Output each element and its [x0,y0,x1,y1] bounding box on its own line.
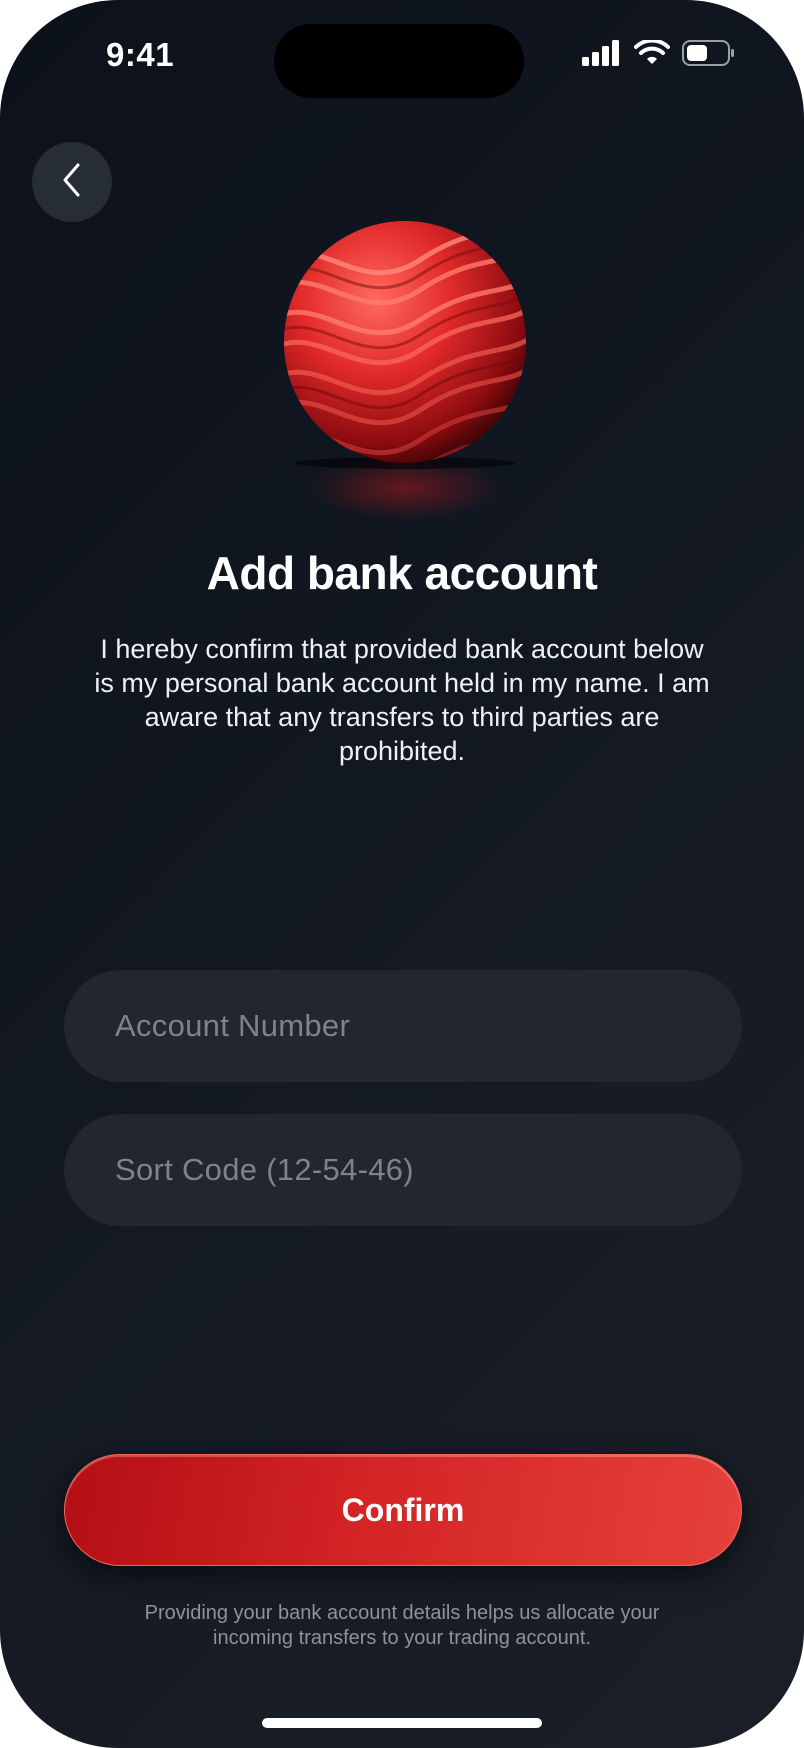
cellular-signal-icon [582,40,622,71]
wifi-icon [634,38,670,71]
battery-icon [682,40,736,71]
status-time: 9:41 [106,36,175,73]
status-icons [582,38,736,71]
chevron-left-icon [59,160,85,205]
account-number-input[interactable] [113,1007,684,1045]
page-title: Add bank account [206,547,598,599]
sort-code-field[interactable] [64,1114,742,1226]
footer-note: Providing your bank account details help… [144,1602,660,1649]
home-indicator[interactable] [262,1718,542,1728]
sort-code-input[interactable] [113,1151,684,1189]
back-button[interactable] [32,142,112,222]
confirm-button[interactable]: Confirm [64,1454,742,1566]
phone-screen: 9:41 Add bank account I hereby confirm t… [0,0,804,1748]
dynamic-island [274,24,524,98]
hero-sphere-image [280,220,530,520]
account-number-field[interactable] [64,970,742,1082]
confirmation-text: I hereby confirm that provided bank acco… [94,634,710,766]
